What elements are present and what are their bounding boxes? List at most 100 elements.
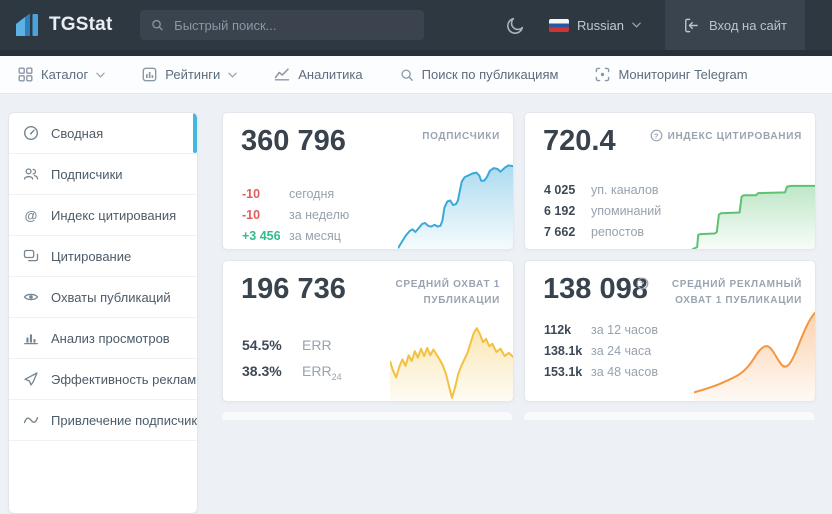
next-row-card-hint: [524, 412, 814, 420]
next-row-card-hint: [222, 412, 512, 420]
login-icon: [683, 17, 700, 34]
stat-label: ERR24: [302, 363, 342, 382]
ratings-icon: [142, 67, 157, 82]
menu-label: Рейтинги: [165, 67, 220, 82]
stat-value: 6 192: [544, 204, 591, 218]
subscribers-count: 360 796: [241, 125, 346, 158]
stat-label: за неделю: [289, 208, 349, 222]
help-icon[interactable]: ?: [650, 129, 663, 142]
citation-card-title: ? ИНДЕКС ЦИТИРОВАНИЯ: [650, 129, 802, 145]
tgstat-logo[interactable]: TGStat: [0, 12, 112, 38]
subscribers-stats: -10 сегодня -10 за неделю +3 456 за меся…: [242, 187, 349, 250]
login-label: Вход на сайт: [709, 18, 787, 33]
stat-label: за месяц: [289, 229, 341, 243]
sidebar-item-label: Привлечение подписчик...: [51, 413, 197, 428]
stat-row: 7 662 репостов: [544, 225, 661, 246]
sidebar-item-label: Эффективность рекламы: [51, 372, 197, 387]
users-icon: [23, 166, 39, 182]
stat-label: ERR: [302, 337, 332, 353]
menu-label: Поиск по публикациям: [422, 67, 559, 82]
main-menu: Каталог Рейтинги Аналитика Поиск по публ…: [0, 56, 832, 94]
sidebar-item-label: Анализ просмотров: [51, 331, 170, 346]
average-reach-card: 196 736 СРЕДНИЙ ОХВАТ 1 ПУБЛИКАЦИИ 54.5%…: [222, 260, 514, 402]
ad-reach-sparkline-chart: [694, 306, 816, 402]
sidebar-item-label: Подписчики: [51, 167, 123, 182]
russia-flag-icon: [549, 19, 569, 32]
reach-sparkline-chart: [390, 320, 514, 402]
stat-label: репостов: [591, 225, 644, 239]
sidebar-item-subscribers[interactable]: Подписчики: [9, 154, 197, 195]
menu-item-telegram-monitoring[interactable]: Мониторинг Telegram: [595, 67, 747, 82]
stat-value: -10: [242, 208, 289, 222]
ad-reach-stats: 112k за 12 часов 138.1k за 24 часа 153.1…: [544, 323, 658, 386]
menu-item-analytics[interactable]: Аналитика: [274, 67, 362, 82]
language-label: Russian: [577, 18, 624, 33]
top-navbar: TGStat Russian Вход на сайт: [0, 0, 832, 50]
ad-reach-card-title: ? СРЕДНИЙ РЕКЛАМНЫЙ ОХВАТ 1 ПУБЛИКАЦИИ: [636, 277, 802, 308]
theme-toggle-button[interactable]: [506, 16, 525, 35]
reach-stats: 54.5% ERR 38.3% ERR24: [242, 337, 342, 389]
stat-row: 38.3% ERR24: [242, 363, 342, 389]
citation-stats: 4 025 уп. каналов 6 192 упоминаний 7 662…: [544, 183, 661, 246]
analytics-icon: [274, 67, 290, 82]
stat-row: 4 025 уп. каналов: [544, 183, 661, 204]
stat-row: -10 сегодня: [242, 187, 349, 208]
stat-row: 153.1k за 48 часов: [544, 365, 658, 386]
stat-row: 138.1k за 24 часа: [544, 344, 658, 365]
chevron-down-icon: [96, 72, 105, 78]
sidebar-item-subscriber-acquisition[interactable]: Привлечение подписчик...: [9, 400, 197, 441]
sidebar-item-ad-effectiveness[interactable]: Эффективность рекламы: [9, 359, 197, 400]
reach-card-title: СРЕДНИЙ ОХВАТ 1 ПУБЛИКАЦИИ: [392, 277, 500, 308]
svg-text:?: ?: [653, 131, 658, 140]
citation-index-card: 720.4 ? ИНДЕКС ЦИТИРОВАНИЯ 4 025 уп. кан…: [524, 112, 816, 250]
navbar-shadow-strip: [0, 50, 832, 56]
stat-row: 54.5% ERR: [242, 337, 342, 363]
language-selector[interactable]: Russian: [549, 18, 641, 33]
sidebar-item-citation-index[interactable]: @ Индекс цитирования: [9, 195, 197, 236]
sidebar-item-summary[interactable]: Сводная: [9, 113, 197, 154]
stat-value: 7 662: [544, 225, 591, 239]
sidebar-item-views-analysis[interactable]: Анализ просмотров: [9, 318, 197, 359]
stat-row: 112k за 12 часов: [544, 323, 658, 344]
subscribers-card: 360 796 ПОДПИСЧИКИ -10 сегодня -10 за не…: [222, 112, 514, 250]
stat-label: за 24 часа: [591, 344, 651, 358]
stat-value: 4 025: [544, 183, 591, 197]
search-icon: [400, 68, 414, 82]
stat-value: 38.3%: [242, 363, 302, 379]
subscribers-sparkline-chart: [398, 160, 514, 250]
stat-value: 153.1k: [544, 365, 591, 379]
menu-item-publication-search[interactable]: Поиск по публикациям: [400, 67, 559, 82]
average-reach-value: 196 736: [241, 273, 346, 306]
chevron-down-icon: [228, 72, 237, 78]
stat-label: упоминаний: [591, 204, 661, 218]
menu-label: Аналитика: [298, 67, 362, 82]
quotes-icon: [23, 248, 39, 264]
chevron-down-icon: [632, 22, 641, 28]
menu-label: Каталог: [41, 67, 88, 82]
sidebar-item-citation[interactable]: Цитирование: [9, 236, 197, 277]
stat-row: -10 за неделю: [242, 208, 349, 229]
stat-row: 6 192 упоминаний: [544, 204, 661, 225]
sidebar-item-label: Сводная: [51, 126, 103, 141]
moon-icon: [506, 16, 525, 35]
help-icon[interactable]: ?: [636, 277, 649, 290]
quick-search-input[interactable]: [172, 17, 413, 34]
sidebar-item-label: Цитирование: [51, 249, 131, 264]
stat-value: 138.1k: [544, 344, 591, 358]
search-icon: [151, 18, 164, 32]
stat-label: за 12 часов: [591, 323, 658, 337]
quick-search-box[interactable]: [140, 10, 424, 40]
plane-icon: [23, 371, 39, 387]
brand-name: TGStat: [49, 14, 112, 36]
login-button[interactable]: Вход на сайт: [665, 0, 805, 50]
stat-label: за 48 часов: [591, 365, 658, 379]
svg-text:?: ?: [640, 279, 645, 288]
sidebar-item-publication-reach[interactable]: Охваты публикаций: [9, 277, 197, 318]
eye-icon: [23, 289, 39, 305]
menu-item-ratings[interactable]: Рейтинги: [142, 67, 237, 82]
citation-index-value: 720.4: [543, 125, 616, 158]
menu-item-catalog[interactable]: Каталог: [18, 67, 105, 82]
gauge-icon: [23, 125, 39, 141]
tgstat-logo-icon: [14, 12, 40, 38]
wave-icon: [23, 412, 39, 428]
